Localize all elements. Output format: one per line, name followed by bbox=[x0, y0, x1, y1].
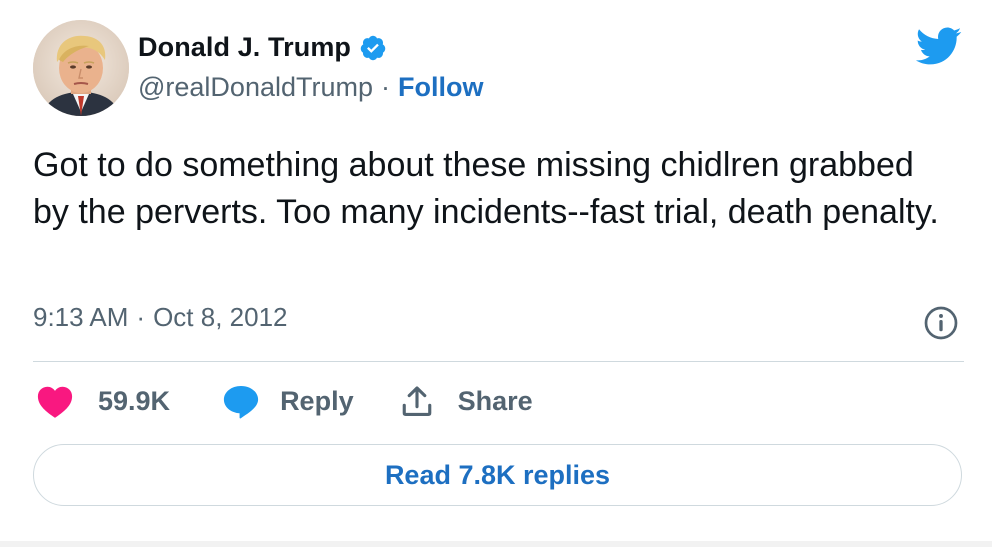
author-name-row: Donald J. Trump bbox=[138, 32, 387, 63]
author-handle[interactable]: @realDonaldTrump bbox=[138, 72, 373, 103]
heart-icon bbox=[36, 383, 74, 419]
tweet-embed-card: Donald J. Trump @realDonaldTrump · Follo… bbox=[0, 0, 992, 547]
reply-bubble-icon bbox=[222, 383, 260, 419]
like-count: 59.9K bbox=[98, 385, 171, 416]
info-icon[interactable] bbox=[923, 305, 959, 341]
tweet-actions: 59.9K Reply Share bbox=[36, 383, 533, 419]
avatar-portrait bbox=[33, 20, 129, 116]
avatar[interactable] bbox=[33, 20, 129, 116]
share-upload-icon bbox=[400, 383, 434, 419]
read-replies-button[interactable]: Read 7.8K replies bbox=[33, 444, 962, 506]
author-display-name[interactable]: Donald J. Trump bbox=[138, 32, 351, 63]
separator-dot: · bbox=[381, 72, 390, 102]
share-button[interactable]: Share bbox=[400, 383, 533, 419]
share-label: Share bbox=[457, 385, 533, 416]
follow-button[interactable]: Follow bbox=[398, 72, 483, 103]
tweet-date[interactable]: Oct 8, 2012 bbox=[153, 302, 287, 333]
reply-button[interactable]: Reply bbox=[222, 383, 354, 419]
divider bbox=[33, 361, 964, 362]
separator-dot: · bbox=[136, 302, 146, 332]
twitter-bird-icon[interactable] bbox=[914, 26, 962, 66]
tweet-time[interactable]: 9:13 AM bbox=[33, 302, 128, 333]
author-handle-row: @realDonaldTrump · Follow bbox=[138, 72, 483, 103]
like-button[interactable]: 59.9K bbox=[36, 383, 170, 419]
tweet-text: Got to do something about these missing … bbox=[33, 146, 939, 231]
card-bottom-edge bbox=[0, 541, 992, 547]
tweet-timestamp[interactable]: 9:13 AM · Oct 8, 2012 bbox=[33, 302, 288, 333]
reply-label: Reply bbox=[280, 385, 354, 416]
verified-badge-icon bbox=[359, 34, 387, 62]
